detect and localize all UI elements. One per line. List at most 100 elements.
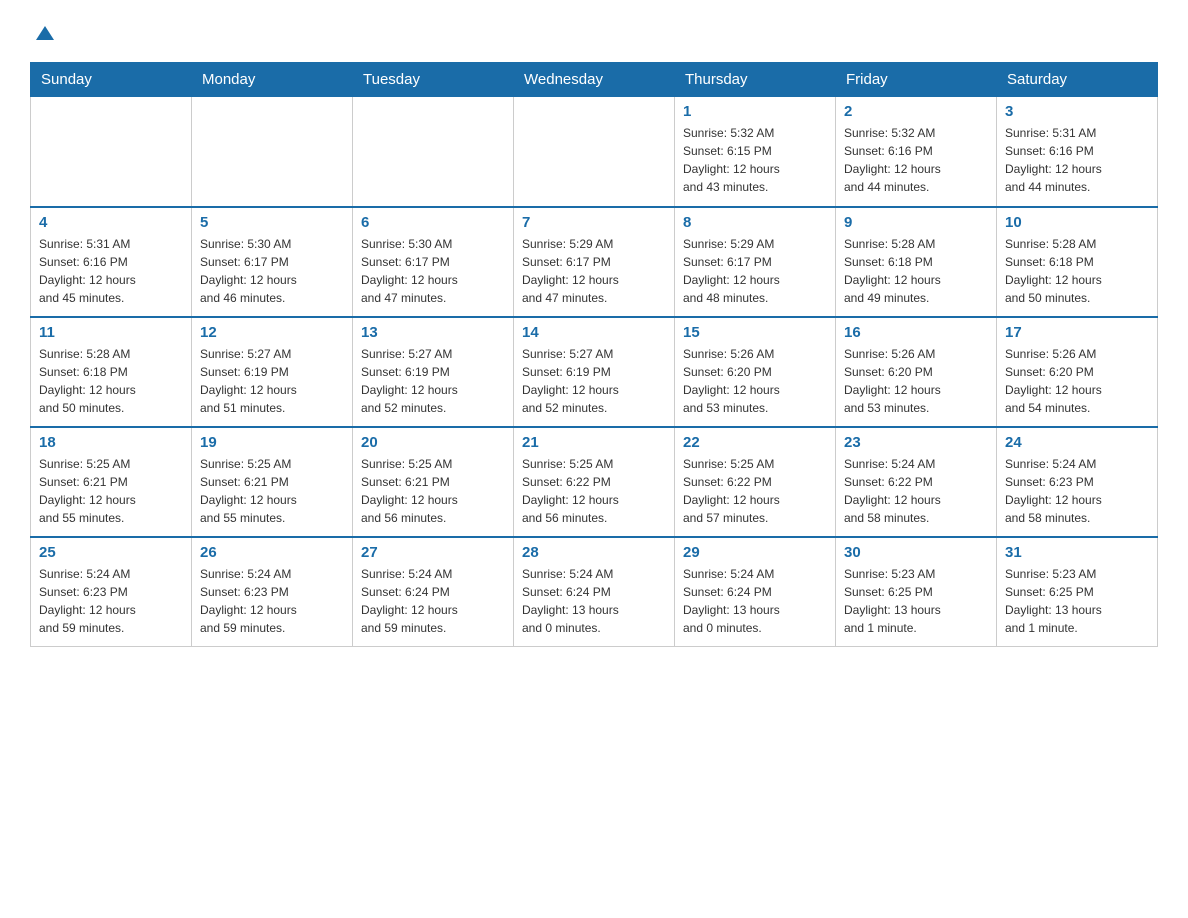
day-info: Sunrise: 5:26 AM Sunset: 6:20 PM Dayligh…: [683, 345, 827, 417]
day-info: Sunrise: 5:29 AM Sunset: 6:17 PM Dayligh…: [683, 235, 827, 307]
weekday-header-saturday: Saturday: [997, 63, 1158, 97]
day-info: Sunrise: 5:32 AM Sunset: 6:16 PM Dayligh…: [844, 124, 988, 196]
day-info: Sunrise: 5:30 AM Sunset: 6:17 PM Dayligh…: [200, 235, 344, 307]
calendar-cell: 19Sunrise: 5:25 AM Sunset: 6:21 PM Dayli…: [192, 427, 353, 537]
calendar-cell: 26 Sunrise: 5:24 AM Sunset: 6:23 PM Dayli…: [192, 537, 353, 647]
calendar-cell: 18 Sunrise: 5:25 AM Sunset: 6:21 PM Dayli…: [31, 427, 192, 537]
day-number: 20: [361, 434, 505, 451]
day-info: Sunrise: 5:27 AM Sunset: 6:19 PM Dayligh…: [200, 345, 344, 417]
weekday-header-thursday: Thursday: [675, 63, 836, 97]
day-number: 17: [1005, 324, 1149, 341]
day-number: 8: [683, 214, 827, 231]
weekday-header-monday: Monday: [192, 63, 353, 97]
day-number: 3: [1005, 103, 1149, 120]
calendar-cell: 8 Sunrise: 5:29 AM Sunset: 6:17 PM Daylig…: [675, 207, 836, 317]
calendar-cell: 17Sunrise: 5:26 AM Sunset: 6:20 PM Dayli…: [997, 317, 1158, 427]
day-info: Sunrise: 5:29 AM Sunset: 6:17 PM Dayligh…: [522, 235, 666, 307]
calendar-cell: 28Sunrise: 5:24 AM Sunset: 6:24 PM Dayli…: [514, 537, 675, 647]
day-info: Sunrise: 5:24 AM Sunset: 6:24 PM Dayligh…: [522, 565, 666, 637]
calendar-week-row: 25 Sunrise: 5:24 AM Sunset: 6:23 PM Dayli…: [31, 537, 1158, 647]
day-number: 4: [39, 214, 183, 231]
day-info: Sunrise: 5:27 AM Sunset: 6:19 PM Dayligh…: [522, 345, 666, 417]
day-number: 25: [39, 544, 183, 561]
calendar-cell: 25 Sunrise: 5:24 AM Sunset: 6:23 PM Dayli…: [31, 537, 192, 647]
calendar-cell: 23 Sunrise: 5:24 AM Sunset: 6:22 PM Dayli…: [836, 427, 997, 537]
day-number: 2: [844, 103, 988, 120]
calendar-cell: 14 Sunrise: 5:27 AM Sunset: 6:19 PM Dayli…: [514, 317, 675, 427]
day-info: Sunrise: 5:28 AM Sunset: 6:18 PM Dayligh…: [39, 345, 183, 417]
day-number: 30: [844, 544, 988, 561]
day-info: Sunrise: 5:26 AM Sunset: 6:20 PM Dayligh…: [844, 345, 988, 417]
weekday-header-sunday: Sunday: [31, 63, 192, 97]
day-number: 24: [1005, 434, 1149, 451]
day-info: Sunrise: 5:32 AM Sunset: 6:15 PM Dayligh…: [683, 124, 827, 196]
day-number: 12: [200, 324, 344, 341]
day-info: Sunrise: 5:30 AM Sunset: 6:17 PM Dayligh…: [361, 235, 505, 307]
day-info: Sunrise: 5:24 AM Sunset: 6:22 PM Dayligh…: [844, 455, 988, 527]
calendar-cell: 16Sunrise: 5:26 AM Sunset: 6:20 PM Dayli…: [836, 317, 997, 427]
day-info: Sunrise: 5:31 AM Sunset: 6:16 PM Dayligh…: [1005, 124, 1149, 196]
day-number: 18: [39, 434, 183, 451]
day-number: 27: [361, 544, 505, 561]
day-number: 22: [683, 434, 827, 451]
calendar-cell: 24 Sunrise: 5:24 AM Sunset: 6:23 PM Dayli…: [997, 427, 1158, 537]
page-header: [30, 20, 1158, 44]
day-number: 6: [361, 214, 505, 231]
weekday-header-tuesday: Tuesday: [353, 63, 514, 97]
day-info: Sunrise: 5:25 AM Sunset: 6:21 PM Dayligh…: [39, 455, 183, 527]
day-number: 21: [522, 434, 666, 451]
day-info: Sunrise: 5:28 AM Sunset: 6:18 PM Dayligh…: [1005, 235, 1149, 307]
calendar-week-row: 4 Sunrise: 5:31 AM Sunset: 6:16 PM Daylig…: [31, 207, 1158, 317]
calendar-cell: 7 Sunrise: 5:29 AM Sunset: 6:17 PM Daylig…: [514, 207, 675, 317]
day-info: Sunrise: 5:31 AM Sunset: 6:16 PM Dayligh…: [39, 235, 183, 307]
day-number: 31: [1005, 544, 1149, 561]
weekday-header-row: SundayMondayTuesdayWednesdayThursdayFrid…: [31, 63, 1158, 97]
day-number: 9: [844, 214, 988, 231]
calendar-cell: 9 Sunrise: 5:28 AM Sunset: 6:18 PM Daylig…: [836, 207, 997, 317]
day-info: Sunrise: 5:28 AM Sunset: 6:18 PM Dayligh…: [844, 235, 988, 307]
day-number: 26: [200, 544, 344, 561]
day-info: Sunrise: 5:24 AM Sunset: 6:23 PM Dayligh…: [39, 565, 183, 637]
calendar-cell: 29 Sunrise: 5:24 AM Sunset: 6:24 PM Dayli…: [675, 537, 836, 647]
calendar-cell: 2 Sunrise: 5:32 AM Sunset: 6:16 PM Daylig…: [836, 97, 997, 207]
day-info: Sunrise: 5:24 AM Sunset: 6:23 PM Dayligh…: [1005, 455, 1149, 527]
calendar-cell: [192, 97, 353, 207]
calendar-cell: 27 Sunrise: 5:24 AM Sunset: 6:24 PM Dayli…: [353, 537, 514, 647]
logo: [30, 20, 58, 44]
day-number: 7: [522, 214, 666, 231]
day-number: 15: [683, 324, 827, 341]
calendar-week-row: 11 Sunrise: 5:28 AM Sunset: 6:18 PM Dayli…: [31, 317, 1158, 427]
day-number: 10: [1005, 214, 1149, 231]
calendar-cell: 13Sunrise: 5:27 AM Sunset: 6:19 PM Dayli…: [353, 317, 514, 427]
day-info: Sunrise: 5:23 AM Sunset: 6:25 PM Dayligh…: [844, 565, 988, 637]
day-number: 23: [844, 434, 988, 451]
calendar-cell: 5Sunrise: 5:30 AM Sunset: 6:17 PM Daylig…: [192, 207, 353, 317]
calendar-cell: 3 Sunrise: 5:31 AM Sunset: 6:16 PM Daylig…: [997, 97, 1158, 207]
calendar-cell: 12 Sunrise: 5:27 AM Sunset: 6:19 PM Dayli…: [192, 317, 353, 427]
calendar-cell: 11 Sunrise: 5:28 AM Sunset: 6:18 PM Dayli…: [31, 317, 192, 427]
day-number: 11: [39, 324, 183, 341]
calendar-cell: 15 Sunrise: 5:26 AM Sunset: 6:20 PM Dayli…: [675, 317, 836, 427]
day-number: 29: [683, 544, 827, 561]
day-info: Sunrise: 5:25 AM Sunset: 6:21 PM Dayligh…: [361, 455, 505, 527]
day-info: Sunrise: 5:24 AM Sunset: 6:24 PM Dayligh…: [683, 565, 827, 637]
calendar-cell: [31, 97, 192, 207]
calendar-cell: [353, 97, 514, 207]
calendar-week-row: 18 Sunrise: 5:25 AM Sunset: 6:21 PM Dayli…: [31, 427, 1158, 537]
day-info: Sunrise: 5:23 AM Sunset: 6:25 PM Dayligh…: [1005, 565, 1149, 637]
calendar-cell: [514, 97, 675, 207]
day-info: Sunrise: 5:27 AM Sunset: 6:19 PM Dayligh…: [361, 345, 505, 417]
day-number: 14: [522, 324, 666, 341]
calendar-cell: 4 Sunrise: 5:31 AM Sunset: 6:16 PM Daylig…: [31, 207, 192, 317]
calendar-cell: 20 Sunrise: 5:25 AM Sunset: 6:21 PM Dayli…: [353, 427, 514, 537]
calendar-cell: 10 Sunrise: 5:28 AM Sunset: 6:18 PM Dayli…: [997, 207, 1158, 317]
day-info: Sunrise: 5:24 AM Sunset: 6:23 PM Dayligh…: [200, 565, 344, 637]
weekday-header-wednesday: Wednesday: [514, 63, 675, 97]
day-info: Sunrise: 5:25 AM Sunset: 6:22 PM Dayligh…: [683, 455, 827, 527]
calendar-cell: 22 Sunrise: 5:25 AM Sunset: 6:22 PM Dayli…: [675, 427, 836, 537]
day-info: Sunrise: 5:25 AM Sunset: 6:22 PM Dayligh…: [522, 455, 666, 527]
day-info: Sunrise: 5:24 AM Sunset: 6:24 PM Dayligh…: [361, 565, 505, 637]
logo-triangle-icon: [32, 18, 58, 44]
calendar-cell: 6 Sunrise: 5:30 AM Sunset: 6:17 PM Daylig…: [353, 207, 514, 317]
day-number: 1: [683, 103, 827, 120]
